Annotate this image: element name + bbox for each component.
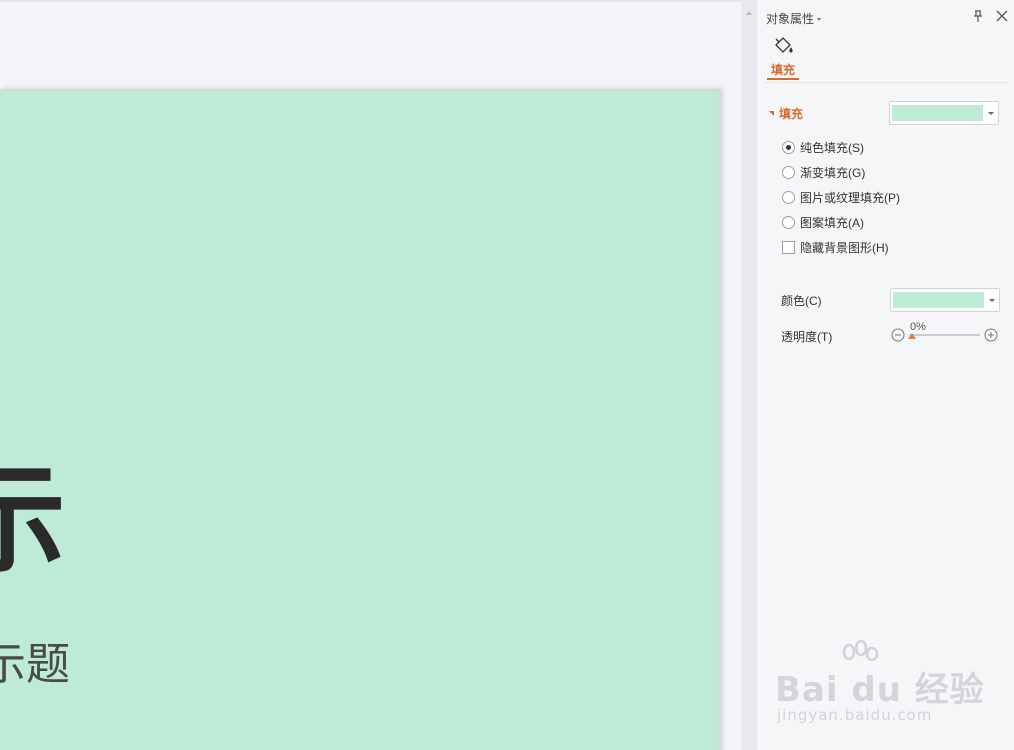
radio-button[interactable]: [782, 141, 795, 154]
tab-active-indicator: [767, 78, 799, 80]
transparency-slider[interactable]: 0%: [891, 321, 1001, 345]
transparency-value: 0%: [910, 321, 926, 333]
color-swatch: [893, 292, 984, 308]
scroll-up-arrow-icon[interactable]: [746, 11, 752, 15]
chevron-down-icon: [817, 17, 822, 21]
pane-scrollbar[interactable]: [742, 0, 757, 750]
object-properties-pane: 对象属性 填充 填充 纯色填充(S) 渐变填充(G) 图片或纹理填充(P) 图案…: [757, 0, 1014, 750]
paint-bucket-icon: [775, 37, 793, 53]
color-dropdown[interactable]: [890, 288, 1000, 312]
plus-circle-icon[interactable]: [984, 328, 998, 342]
tab-fill[interactable]: 填充: [767, 34, 801, 82]
radio-solid-fill[interactable]: 纯色填充(S): [782, 139, 864, 156]
chevron-down-icon: [989, 299, 995, 302]
option-label: 纯色填充(S): [800, 141, 864, 155]
color-label: 颜色(C): [781, 294, 822, 308]
transparency-label: 透明度(T): [781, 330, 833, 344]
slide-subtitle-text[interactable]: 示题: [0, 643, 70, 687]
checkbox-hide-background-graphics[interactable]: 隐藏背景图形(H): [782, 239, 889, 256]
minus-circle-icon[interactable]: [891, 328, 905, 342]
close-icon[interactable]: [995, 9, 1009, 23]
chevron-down-icon: [988, 112, 994, 115]
fill-color-dropdown[interactable]: [889, 101, 999, 125]
collapse-triangle-icon: [769, 111, 774, 116]
radio-button[interactable]: [782, 191, 795, 204]
checkbox[interactable]: [782, 241, 795, 254]
pin-icon[interactable]: [971, 9, 985, 23]
radio-picture-texture-fill[interactable]: 图片或纹理填充(P): [782, 189, 900, 206]
radio-button[interactable]: [782, 216, 795, 229]
option-label: 图案填充(A): [800, 216, 864, 230]
tab-fill-label: 填充: [771, 63, 796, 77]
slider-thumb[interactable]: [908, 333, 916, 339]
radio-gradient-fill[interactable]: 渐变填充(G): [782, 164, 865, 181]
slide[interactable]: 示 示题: [0, 89, 721, 750]
fill-section-toggle[interactable]: 填充: [769, 105, 803, 122]
radio-pattern-fill[interactable]: 图案填充(A): [782, 214, 864, 231]
option-label: 隐藏背景图形(H): [800, 241, 889, 255]
pane-title: 对象属性: [766, 12, 815, 26]
fill-color-swatch: [892, 105, 983, 121]
slider-track[interactable]: [909, 334, 980, 336]
fill-section-label: 填充: [779, 107, 804, 121]
radio-button[interactable]: [782, 166, 795, 179]
slide-title-text[interactable]: 示: [0, 461, 66, 579]
tab-divider: [765, 82, 1008, 83]
pane-header-dropdown[interactable]: 对象属性: [766, 10, 822, 27]
option-label: 图片或纹理填充(P): [800, 191, 900, 205]
option-label: 渐变填充(G): [800, 166, 866, 180]
editor-canvas[interactable]: 示 示题: [0, 0, 742, 750]
